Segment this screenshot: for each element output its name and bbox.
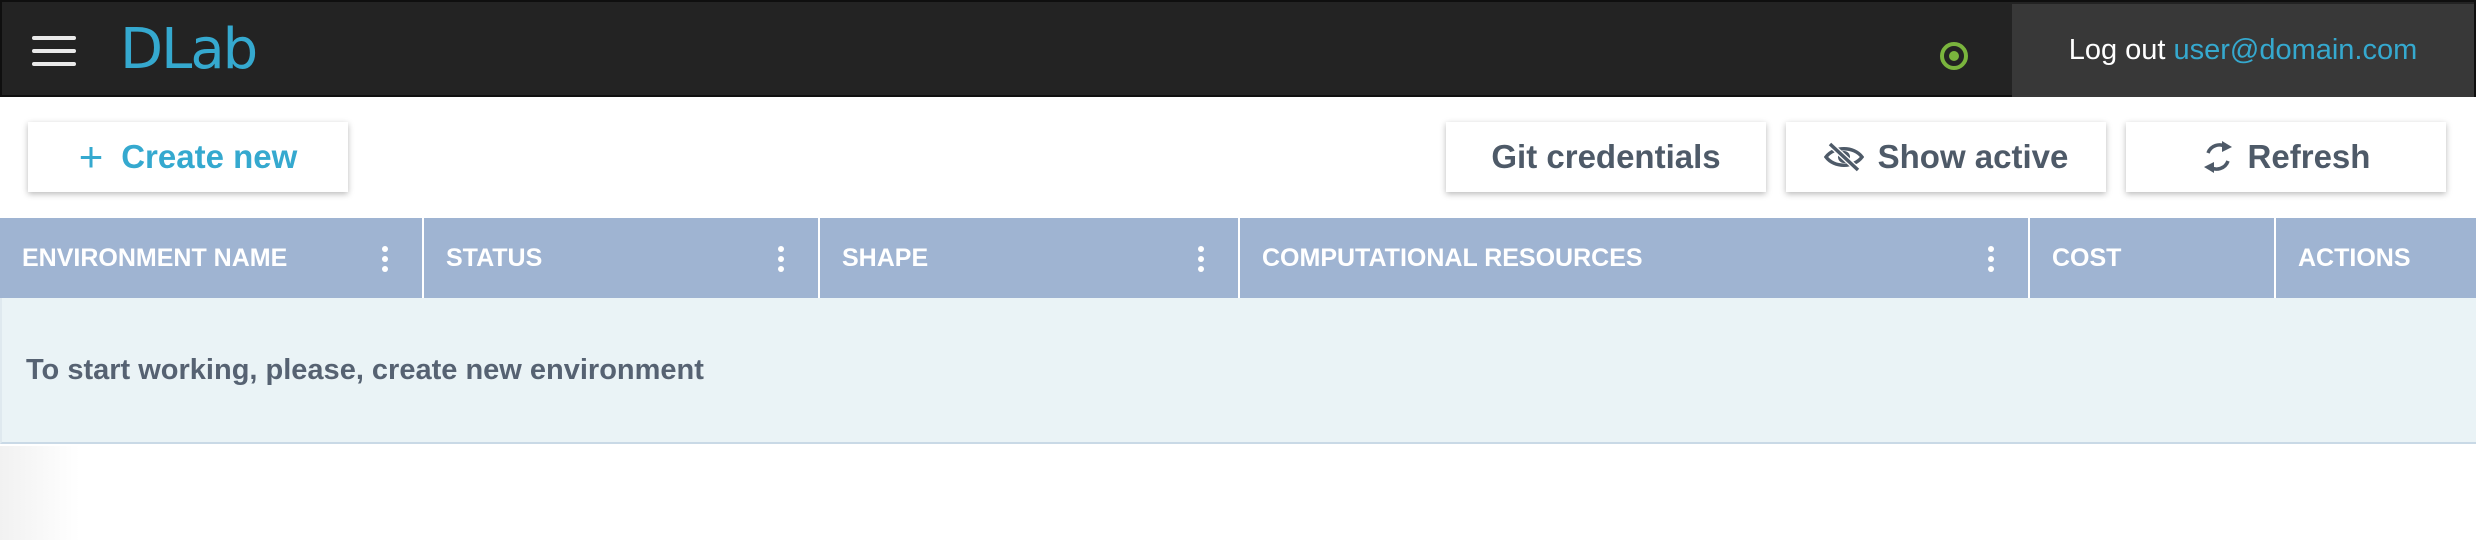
show-active-button[interactable]: Show active <box>1786 122 2106 192</box>
column-menu-icon[interactable] <box>1988 246 1994 272</box>
app-logo[interactable]: DLab <box>120 20 258 80</box>
column-header-environment-name[interactable]: ENVIRONMENT NAME <box>0 218 424 298</box>
hamburger-menu-icon[interactable] <box>32 36 78 66</box>
column-header-actions: ACTIONS <box>2276 218 2476 298</box>
environments-table: ENVIRONMENT NAME STATUS SHAPE COMPUTATIO… <box>0 218 2476 444</box>
column-header-label: SHAPE <box>842 243 929 272</box>
column-header-label: ACTIONS <box>2298 243 2411 272</box>
empty-state-message: To start working, please, create new env… <box>26 353 704 386</box>
column-header-label: COST <box>2052 243 2122 272</box>
column-header-computational-resources[interactable]: COMPUTATIONAL RESOURCES <box>1240 218 2030 298</box>
refresh-label: Refresh <box>2247 138 2371 175</box>
create-new-label: Create new <box>121 138 298 175</box>
eye-slash-icon <box>1823 142 1864 172</box>
column-menu-icon[interactable] <box>382 246 388 272</box>
user-panel: Log out user@domain.com <box>2012 4 2474 97</box>
column-header-shape[interactable]: SHAPE <box>820 218 1240 298</box>
user-email: user@domain.com <box>2173 34 2418 66</box>
git-credentials-label: Git credentials <box>1491 138 1721 175</box>
connection-status-icon <box>1940 42 1968 70</box>
column-header-label: ENVIRONMENT NAME <box>22 243 288 272</box>
table-body-empty: To start working, please, create new env… <box>0 298 2476 444</box>
show-active-label: Show active <box>1877 138 2069 175</box>
column-header-status[interactable]: STATUS <box>424 218 820 298</box>
refresh-button[interactable]: Refresh <box>2126 122 2446 192</box>
column-header-label: STATUS <box>446 243 543 272</box>
column-header-label: COMPUTATIONAL RESOURCES <box>1262 243 1643 272</box>
table-header: ENVIRONMENT NAME STATUS SHAPE COMPUTATIO… <box>0 218 2476 298</box>
column-menu-icon[interactable] <box>1198 246 1204 272</box>
plus-icon: + <box>78 133 104 180</box>
refresh-icon <box>2202 139 2234 175</box>
page-edge-shadow <box>0 446 80 540</box>
git-credentials-button[interactable]: Git credentials <box>1446 122 1766 192</box>
logout-link[interactable]: Log out <box>2069 34 2166 67</box>
top-navigation-bar: DLab Log out user@domain.com <box>0 0 2476 97</box>
column-menu-icon[interactable] <box>778 246 784 272</box>
create-new-button[interactable]: + Create new <box>28 122 348 192</box>
column-header-cost: COST <box>2030 218 2276 298</box>
